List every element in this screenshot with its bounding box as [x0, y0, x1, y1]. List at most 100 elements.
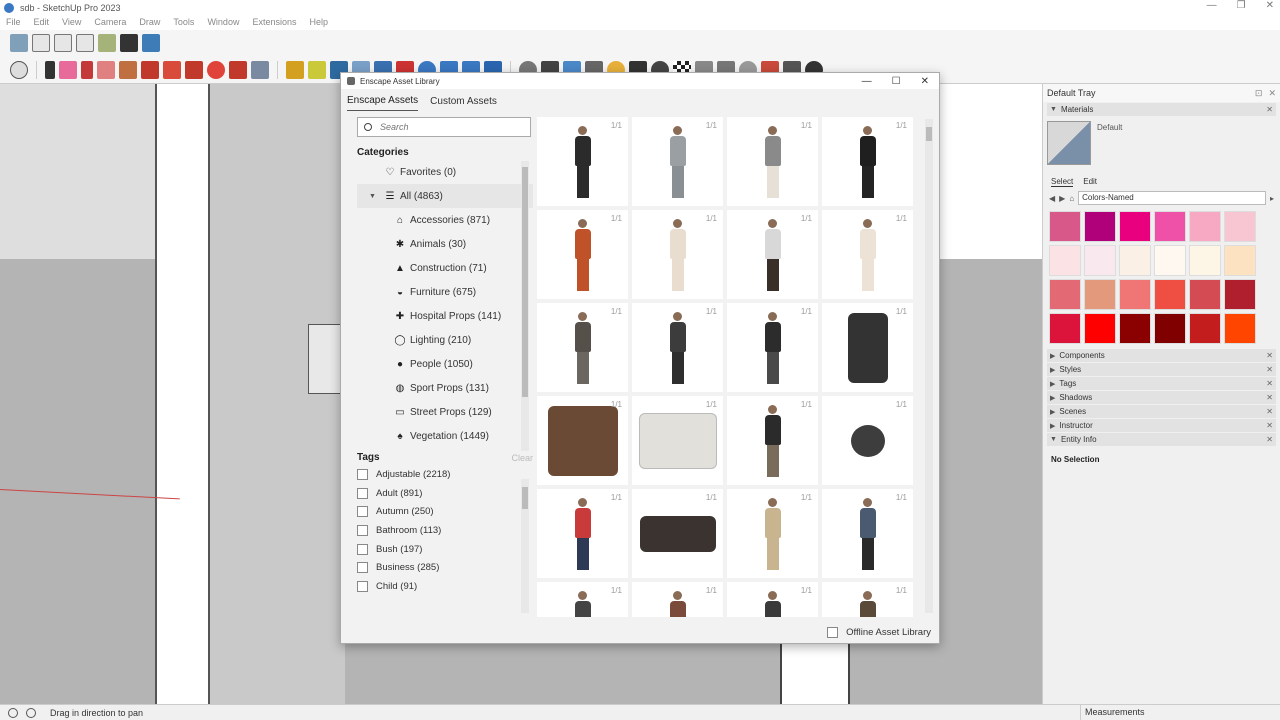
- asset-tile[interactable]: 1/1: [727, 396, 818, 485]
- tray-panel-tags[interactable]: ▶ Tags ✕: [1047, 377, 1276, 390]
- left-view-icon[interactable]: [120, 34, 138, 52]
- category-vegetation[interactable]: ♠ Vegetation (1449): [357, 424, 533, 448]
- scale-icon[interactable]: [229, 60, 247, 79]
- color-swatch[interactable]: [1049, 211, 1081, 242]
- shaded-view-icon[interactable]: [142, 34, 160, 52]
- color-swatch[interactable]: [1154, 279, 1186, 310]
- scrollbar-thumb[interactable]: [926, 127, 932, 141]
- tag-checkbox[interactable]: [357, 487, 368, 499]
- tag-item[interactable]: Autumn (250): [357, 502, 533, 521]
- assets-scrollbar[interactable]: [925, 119, 933, 613]
- category-people[interactable]: ● People (1050): [357, 352, 533, 376]
- asset-tile[interactable]: 1/1: [632, 210, 723, 299]
- asset-tile[interactable]: 1/1: [727, 303, 818, 392]
- color-swatch[interactable]: [1049, 279, 1081, 310]
- asset-tile[interactable]: 1/1: [632, 489, 723, 578]
- asset-tile[interactable]: 1/1: [537, 303, 628, 392]
- tag-item[interactable]: Bathroom (113): [357, 521, 533, 540]
- menu-window[interactable]: Window: [201, 16, 246, 30]
- details-arrow-icon[interactable]: ▸: [1270, 194, 1274, 203]
- color-swatch[interactable]: [1084, 245, 1116, 276]
- asset-tile[interactable]: 1/1: [727, 117, 818, 206]
- category-animals[interactable]: ✱ Animals (30): [357, 232, 533, 256]
- tray-panel-shadows[interactable]: ▶ Shadows ✕: [1047, 391, 1276, 404]
- color-swatch[interactable]: [1119, 245, 1151, 276]
- menu-edit[interactable]: Edit: [28, 16, 57, 30]
- tray-panel-instructor[interactable]: ▶ Instructor ✕: [1047, 419, 1276, 432]
- asset-tile[interactable]: 1/1: [537, 396, 628, 485]
- color-swatch[interactable]: [1224, 313, 1256, 344]
- tray-panel-scenes[interactable]: ▶ Scenes ✕: [1047, 405, 1276, 418]
- push-pull-icon[interactable]: [141, 60, 159, 79]
- tag-checkbox[interactable]: [357, 543, 368, 555]
- back-arrow-icon[interactable]: ◀: [1049, 194, 1055, 203]
- color-swatch[interactable]: [1119, 211, 1151, 242]
- menu-camera[interactable]: Camera: [88, 16, 133, 30]
- front-view-icon[interactable]: [54, 34, 72, 52]
- panel-close-icon[interactable]: ✕: [1266, 435, 1273, 444]
- color-swatch[interactable]: [1084, 313, 1116, 344]
- color-swatch[interactable]: [1224, 211, 1256, 242]
- tag-checkbox[interactable]: [357, 468, 368, 480]
- category-lighting[interactable]: ◯ Lighting (210): [357, 328, 533, 352]
- panel-close-icon[interactable]: ✕: [1266, 407, 1273, 416]
- color-swatch[interactable]: [1084, 211, 1116, 242]
- scrollbar-thumb[interactable]: [522, 487, 528, 509]
- panel-close-icon[interactable]: ✕: [1266, 393, 1273, 402]
- color-swatch[interactable]: [1189, 211, 1221, 242]
- expand-icon[interactable]: ▼: [369, 193, 376, 200]
- color-swatch[interactable]: [1189, 245, 1221, 276]
- restore-button[interactable]: ❐: [1237, 0, 1246, 11]
- category-all[interactable]: ▼ ☰ All (4863): [357, 184, 533, 208]
- tag-item[interactable]: Adjustable (2218): [357, 465, 533, 484]
- category-sport[interactable]: ◍ Sport Props (131): [357, 376, 533, 400]
- tag-checkbox[interactable]: [357, 524, 368, 536]
- paint-bucket-icon[interactable]: [286, 60, 304, 79]
- asset-tile[interactable]: 1/1: [632, 303, 723, 392]
- measurements-box[interactable]: Measurements: [1080, 705, 1280, 720]
- panel-close-icon[interactable]: ✕: [1266, 105, 1273, 114]
- color-swatch[interactable]: [1049, 245, 1081, 276]
- color-swatch[interactable]: [1084, 279, 1116, 310]
- eraser-icon[interactable]: [59, 60, 77, 79]
- right-view-icon[interactable]: [76, 34, 94, 52]
- asset-tile[interactable]: 1/1: [632, 117, 723, 206]
- category-furniture[interactable]: ◒ Furniture (675): [357, 280, 533, 304]
- color-swatch[interactable]: [1154, 245, 1186, 276]
- home-icon[interactable]: ⌂: [1069, 194, 1074, 203]
- panel-close-icon[interactable]: ✕: [1266, 365, 1273, 374]
- tape-measure-icon[interactable]: [308, 60, 326, 79]
- pencil-icon[interactable]: [81, 60, 93, 79]
- iso-view-icon[interactable]: [10, 34, 28, 52]
- top-view-icon[interactable]: [32, 34, 50, 52]
- category-favorites[interactable]: ♡ Favorites (0): [357, 160, 533, 184]
- menu-help[interactable]: Help: [303, 16, 335, 30]
- tag-checkbox[interactable]: [357, 506, 368, 518]
- arc-icon[interactable]: [97, 60, 115, 79]
- offset-icon[interactable]: [163, 60, 181, 79]
- tray-panel-components[interactable]: ▶ Components ✕: [1047, 349, 1276, 362]
- asset-tile[interactable]: 1/1: [822, 117, 913, 206]
- follow-me-icon[interactable]: [251, 60, 269, 79]
- asset-tile[interactable]: 1/1: [537, 489, 628, 578]
- zoom-icon[interactable]: [10, 60, 28, 79]
- tag-item[interactable]: Child (91): [357, 577, 533, 596]
- categories-scrollbar[interactable]: [521, 161, 529, 451]
- menu-file[interactable]: File: [0, 16, 28, 30]
- panel-close-icon[interactable]: ✕: [1266, 379, 1273, 388]
- tray-panel-styles[interactable]: ▶ Styles ✕: [1047, 363, 1276, 376]
- select-arrow-icon[interactable]: [45, 60, 55, 79]
- menu-tools[interactable]: Tools: [167, 16, 201, 30]
- color-swatch[interactable]: [1119, 279, 1151, 310]
- category-street[interactable]: ▭ Street Props (129): [357, 400, 533, 424]
- color-swatch[interactable]: [1224, 279, 1256, 310]
- asset-tile[interactable]: 1/1: [822, 210, 913, 299]
- asset-tile[interactable]: 1/1: [537, 210, 628, 299]
- close-button[interactable]: ✕: [1266, 0, 1274, 11]
- search-input[interactable]: [380, 122, 520, 132]
- offline-library-checkbox[interactable]: [827, 626, 839, 638]
- asset-tile[interactable]: 1/1: [727, 489, 818, 578]
- panel-close-icon[interactable]: ✕: [1266, 421, 1273, 430]
- pin-icon[interactable]: ⊡: [1255, 88, 1263, 99]
- move-icon[interactable]: [185, 60, 203, 79]
